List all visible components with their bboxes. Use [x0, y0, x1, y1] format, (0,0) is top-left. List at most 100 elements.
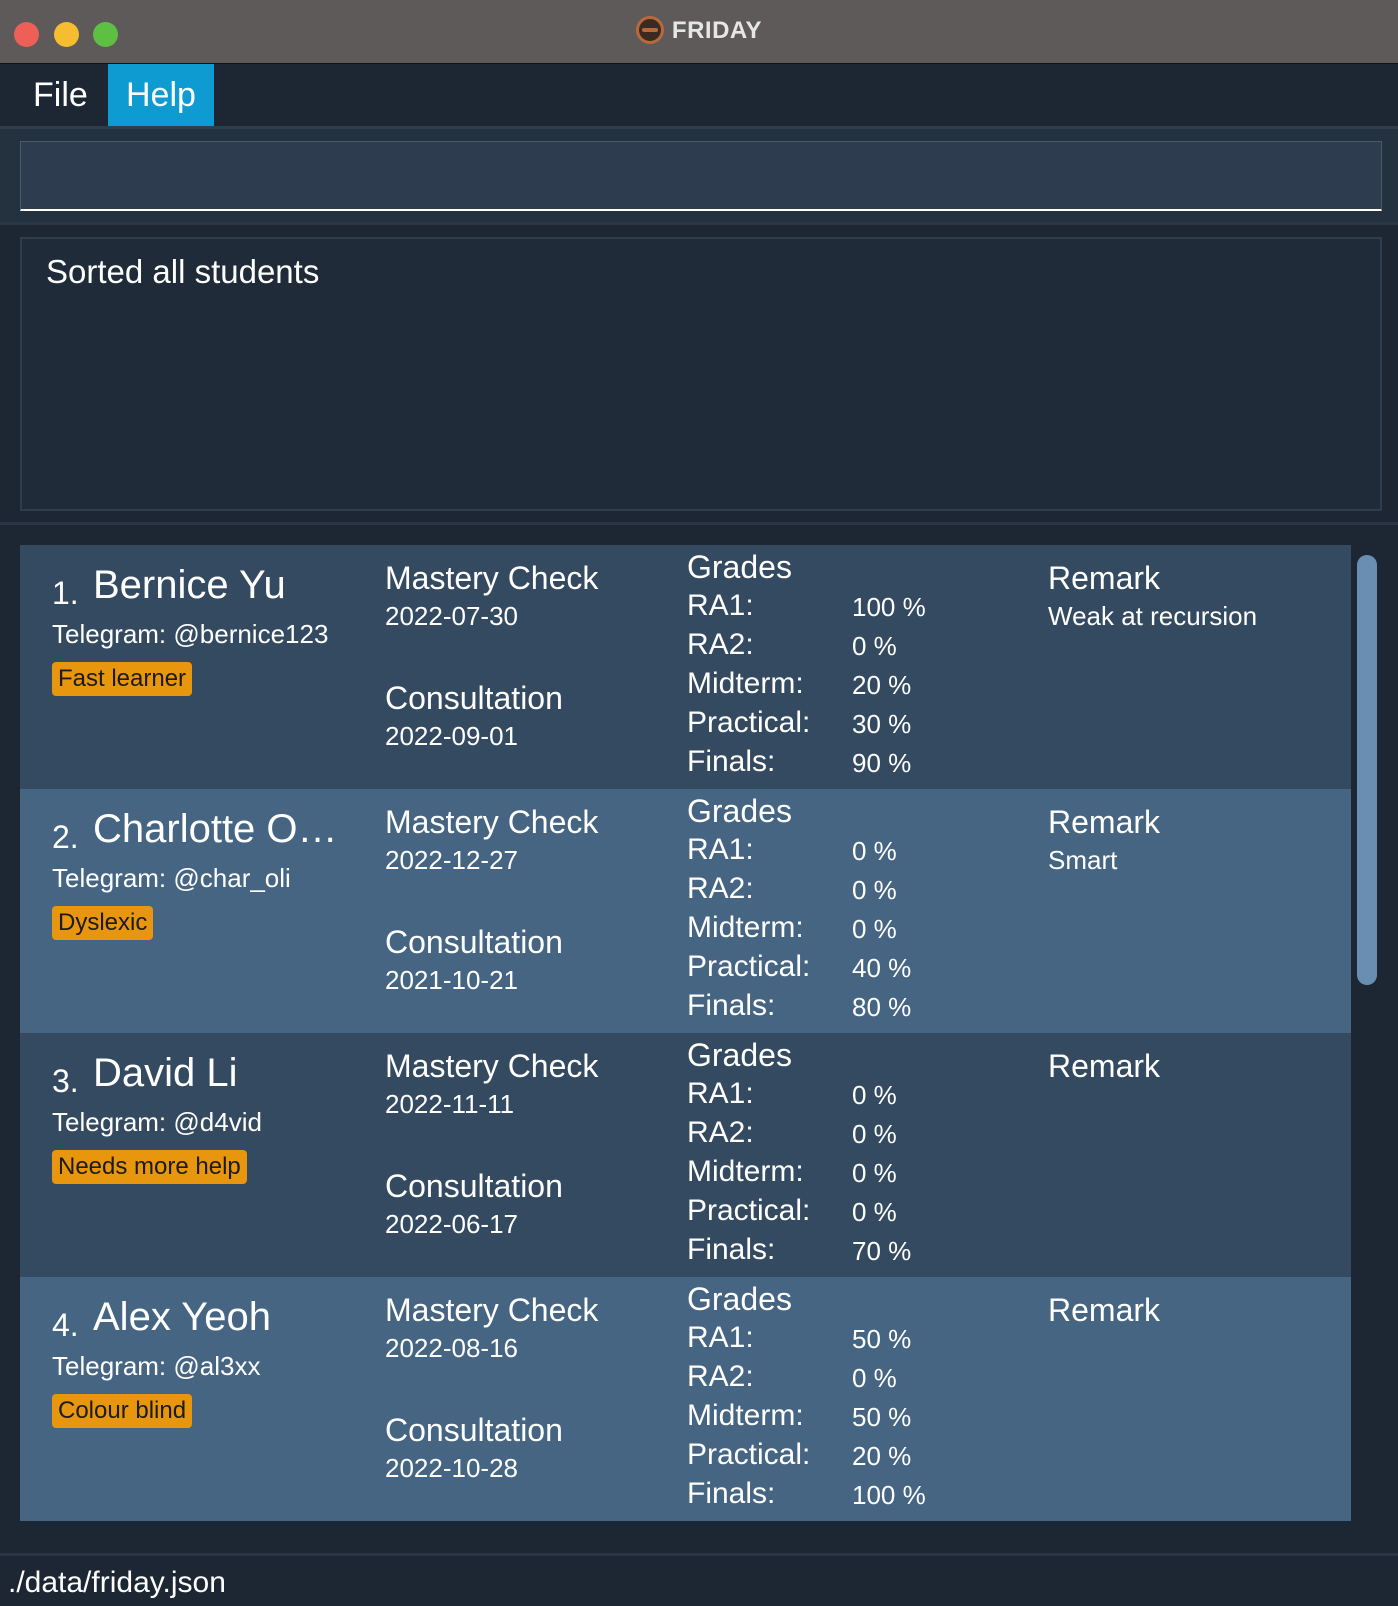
mastery-check-label: Mastery Check [385, 1048, 599, 1084]
consultation-date: 2022-09-01 [385, 721, 518, 751]
grade-label-finals: Finals: [687, 745, 776, 778]
grade-value-practical: 30 % [852, 709, 912, 739]
student-name: David Li [93, 1051, 238, 1095]
grade-value-ra2: 0 % [852, 1363, 897, 1393]
mastery-check-label: Mastery Check [385, 1292, 599, 1328]
grade-label-ra2: RA2: [687, 1360, 754, 1393]
mastery-check-date: 2022-07-30 [385, 601, 518, 631]
student-telegram: Telegram: @al3xx [52, 1351, 261, 1381]
menu-bar: File Help [0, 64, 1398, 126]
grade-label-ra2: RA2: [687, 628, 754, 661]
grade-label-practical: Practical: [687, 706, 811, 739]
scrollbar-thumb[interactable] [1357, 555, 1377, 985]
student-card[interactable]: 4. Alex Yeoh Telegram: @al3xx Colour blind M… [20, 1277, 1351, 1521]
remark-label: Remark [1048, 560, 1161, 596]
result-message: Sorted all students [46, 253, 320, 290]
student-telegram: Telegram: @bernice123 [52, 619, 329, 649]
student-name: Alex Yeoh [93, 1295, 271, 1339]
menu-file[interactable]: File [15, 64, 106, 126]
grades-title: Grades [687, 1037, 792, 1073]
status-bar: ./data/friday.json [0, 1553, 1398, 1606]
mastery-check-label: Mastery Check [385, 804, 599, 840]
grade-label-finals: Finals: [687, 1233, 776, 1266]
grades-title: Grades [687, 793, 792, 829]
grade-value-midterm: 50 % [852, 1402, 912, 1432]
student-list[interactable]: 1. Bernice Yu Telegram: @bernice123 Fast le… [20, 545, 1351, 1535]
student-name: Charlotte Oli... [93, 807, 343, 851]
remark-label: Remark [1048, 804, 1161, 840]
mastery-check-date: 2022-12-27 [385, 845, 518, 875]
grade-value-practical: 40 % [852, 953, 912, 983]
grade-value-ra1: 0 % [852, 1080, 897, 1110]
result-panel: Sorted all students [0, 222, 1398, 522]
grade-label-practical: Practical: [687, 1438, 811, 1471]
grade-label-ra1: RA1: [687, 833, 754, 866]
student-name: Bernice Yu [93, 563, 286, 607]
window-title: FRIDAY [671, 17, 763, 44]
consultation-label: Consultation [385, 1412, 563, 1448]
grade-label-practical: Practical: [687, 950, 811, 983]
student-tag: Colour blind [52, 1394, 193, 1428]
grade-value-ra1: 50 % [852, 1324, 912, 1354]
grade-label-finals: Finals: [687, 989, 776, 1022]
consultation-label: Consultation [385, 924, 563, 960]
consultation-date: 2021-10-21 [385, 965, 518, 995]
student-tag: Dyslexic [52, 906, 154, 940]
student-index: 3. [52, 1063, 79, 1099]
grade-label-practical: Practical: [687, 1194, 811, 1227]
student-index: 2. [52, 819, 79, 855]
student-card[interactable]: 1. Bernice Yu Telegram: @bernice123 Fast le… [20, 545, 1351, 789]
grade-value-finals: 70 % [852, 1236, 912, 1266]
student-index: 4. [52, 1307, 79, 1343]
remark-label: Remark [1048, 1048, 1161, 1084]
title-bar: FRIDAY [0, 0, 1398, 64]
consultation-date: 2022-10-28 [385, 1453, 518, 1483]
command-input[interactable] [20, 141, 1382, 211]
command-panel [0, 126, 1398, 222]
grade-label-midterm: Midterm: [687, 667, 804, 700]
grade-value-midterm: 20 % [852, 670, 912, 700]
student-telegram: Telegram: @d4vid [52, 1107, 262, 1137]
remark-label: Remark [1048, 1292, 1161, 1328]
grade-label-ra2: RA2: [687, 872, 754, 905]
grade-label-finals: Finals: [687, 1477, 776, 1510]
student-telegram: Telegram: @char_oli [52, 863, 291, 893]
app-logo-icon [635, 16, 664, 44]
grade-value-midterm: 0 % [852, 914, 897, 944]
result-display[interactable]: Sorted all students [20, 237, 1382, 511]
grade-value-midterm: 0 % [852, 1158, 897, 1188]
grades-title: Grades [687, 1281, 792, 1317]
grade-value-practical: 0 % [852, 1197, 897, 1227]
menu-help[interactable]: Help [108, 64, 214, 126]
student-card[interactable]: 2. Charlotte Oli... Telegram: @char_oli Dys… [20, 789, 1351, 1033]
grade-value-ra2: 0 % [852, 1119, 897, 1149]
remark-text: Weak at recursion [1048, 601, 1258, 631]
grades-title: Grades [687, 549, 792, 585]
app-window: FRIDAY File Help Sorted all students 1. B… [0, 0, 1398, 1606]
student-tag: Fast learner [52, 662, 193, 696]
grade-value-finals: 80 % [852, 992, 912, 1022]
grade-value-ra2: 0 % [852, 631, 897, 661]
save-file-path: ./data/friday.json [8, 1566, 226, 1599]
mastery-check-label: Mastery Check [385, 560, 599, 596]
grade-value-finals: 100 % [852, 1480, 926, 1510]
grade-label-ra1: RA1: [687, 1077, 754, 1110]
grade-value-finals: 90 % [852, 748, 912, 778]
grade-value-ra2: 0 % [852, 875, 897, 905]
grade-label-ra1: RA1: [687, 589, 754, 622]
remark-text: Smart [1048, 845, 1118, 875]
window-title-group: FRIDAY [0, 16, 1398, 45]
grade-value-ra1: 0 % [852, 836, 897, 866]
grade-label-ra2: RA2: [687, 1116, 754, 1149]
student-card[interactable]: 3. David Li Telegram: @d4vid Needs more hel… [20, 1033, 1351, 1277]
student-list-panel: 1. Bernice Yu Telegram: @bernice123 Fast le… [0, 522, 1398, 1535]
consultation-label: Consultation [385, 1168, 563, 1204]
mastery-check-date: 2022-08-16 [385, 1333, 518, 1363]
grade-value-practical: 20 % [852, 1441, 912, 1471]
consultation-label: Consultation [385, 680, 563, 716]
student-index: 1. [52, 575, 79, 611]
mastery-check-date: 2022-11-11 [385, 1089, 515, 1119]
student-list-scrollbar[interactable] [1351, 545, 1381, 1535]
grade-label-midterm: Midterm: [687, 911, 804, 944]
grade-label-ra1: RA1: [687, 1321, 754, 1354]
